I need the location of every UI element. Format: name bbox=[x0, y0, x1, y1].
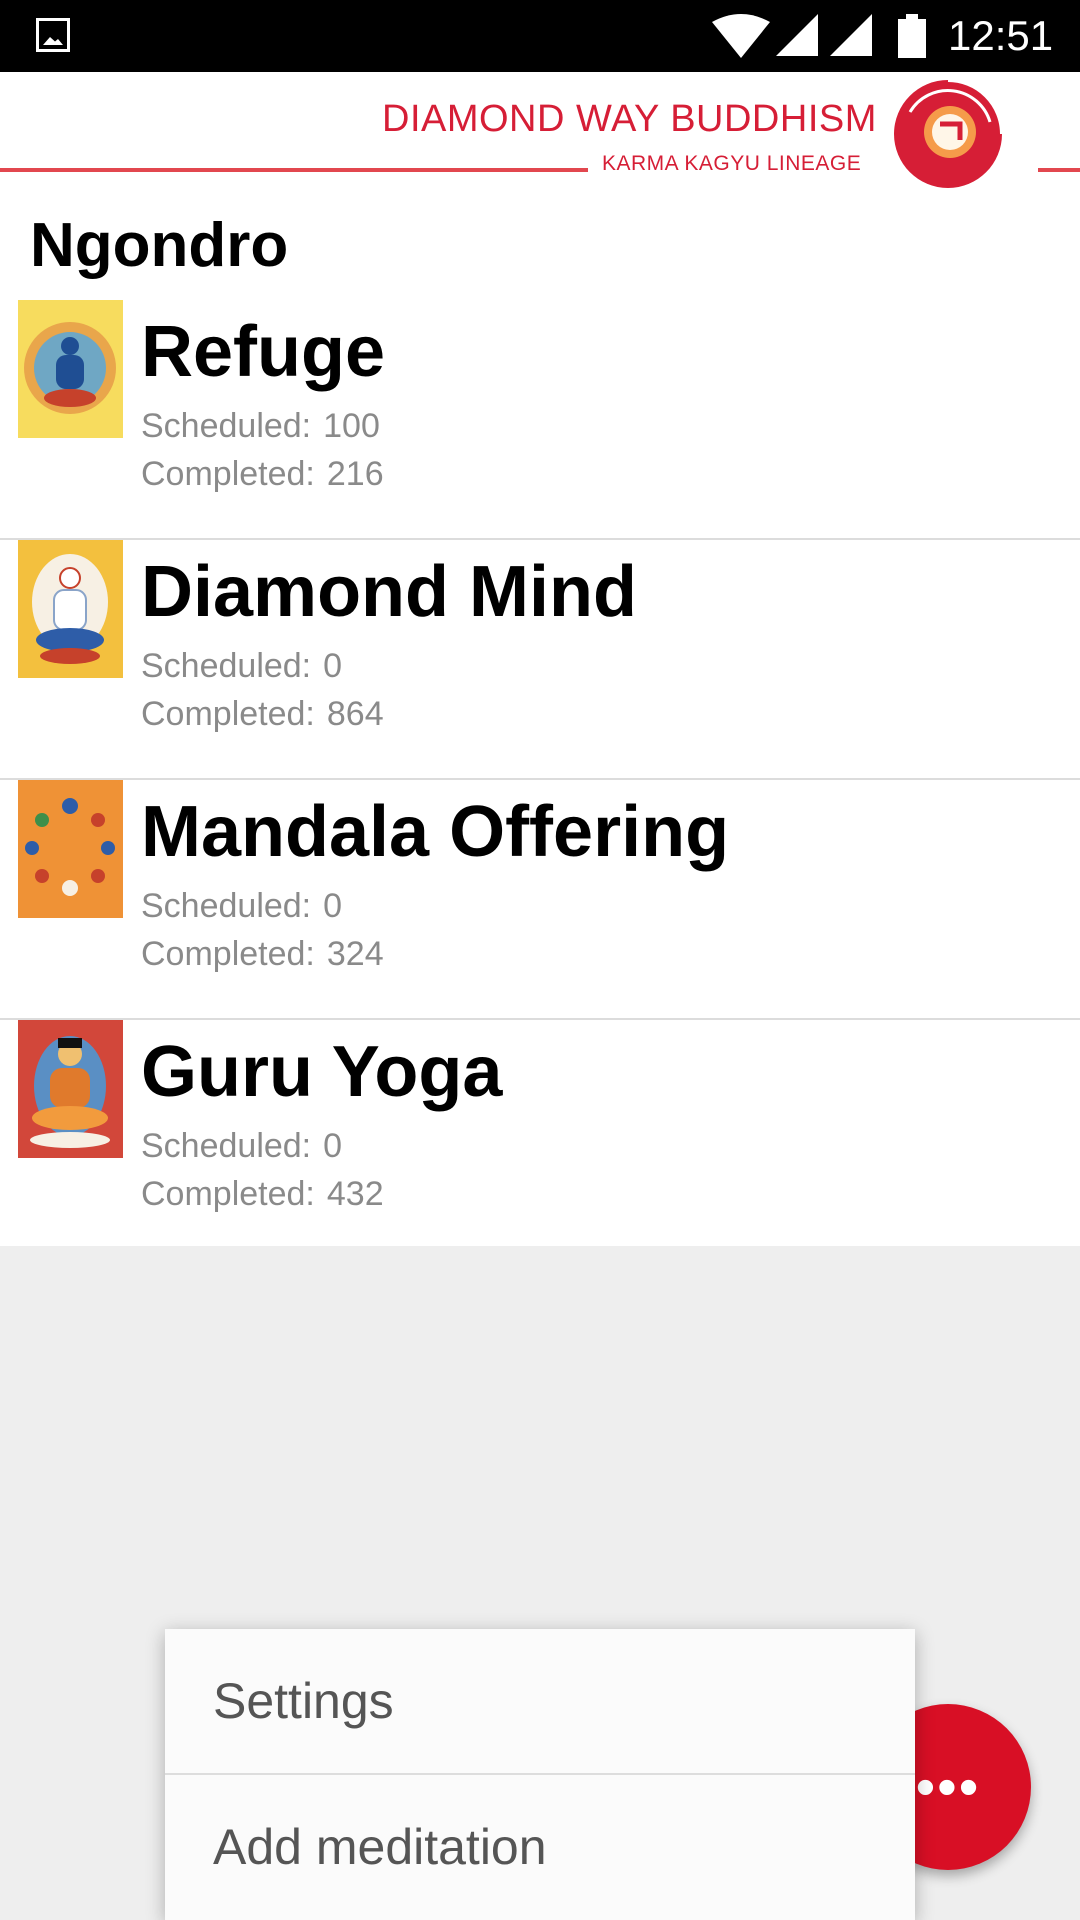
completed-count: Completed: 432 bbox=[141, 1175, 384, 1213]
brand-title: DIAMOND WAY BUDDHISM bbox=[382, 98, 877, 140]
meditation-name: Mandala Offering bbox=[141, 792, 730, 872]
overflow-menu: Settings Add meditation bbox=[165, 1629, 915, 1920]
clock-time: 12:51 bbox=[948, 12, 1054, 59]
menu-item-add-meditation[interactable]: Add meditation bbox=[165, 1773, 915, 1919]
completed-count: Completed: 216 bbox=[141, 455, 384, 493]
scheduled-count: Scheduled: 0 bbox=[141, 647, 343, 685]
completed-count: Completed: 324 bbox=[141, 935, 384, 973]
completed-count: Completed: 864 bbox=[141, 695, 384, 733]
page-title: Ngondro bbox=[30, 211, 289, 280]
list-item[interactable]: Refuge Scheduled: 100 Completed: 216 bbox=[0, 300, 1080, 540]
meditation-name: Guru Yoga bbox=[141, 1032, 503, 1112]
app-banner: DIAMOND WAY BUDDHISM KARMA KAGYU LINEAGE bbox=[0, 72, 1080, 193]
meditation-name: Diamond Mind bbox=[141, 552, 637, 632]
scheduled-count: Scheduled: 100 bbox=[141, 407, 380, 445]
banner-divider bbox=[0, 168, 588, 172]
list-item[interactable]: Guru Yoga Scheduled: 0 Completed: 432 bbox=[0, 1020, 1080, 1246]
diamond-mind-image bbox=[18, 540, 123, 678]
guru-yoga-image bbox=[18, 1020, 123, 1158]
banner-divider bbox=[1038, 168, 1080, 172]
meditation-name: Refuge bbox=[141, 312, 386, 392]
refuge-image bbox=[18, 300, 123, 438]
signal-icon bbox=[830, 14, 872, 56]
brand-logo bbox=[894, 78, 1004, 188]
scheduled-count: Scheduled: 0 bbox=[141, 887, 343, 925]
gallery-icon bbox=[36, 18, 70, 52]
list-item[interactable]: Diamond Mind Scheduled: 0 Completed: 864 bbox=[0, 540, 1080, 780]
brand-subtitle: KARMA KAGYU LINEAGE bbox=[602, 152, 862, 175]
scheduled-count: Scheduled: 0 bbox=[141, 1127, 343, 1165]
menu-item-settings[interactable]: Settings bbox=[165, 1629, 915, 1773]
list-item[interactable]: Mandala Offering Scheduled: 0 Completed: 3… bbox=[0, 780, 1080, 1020]
wifi-icon bbox=[712, 14, 770, 58]
mandala-image bbox=[18, 780, 123, 918]
battery-icon bbox=[898, 14, 926, 58]
signal-icon bbox=[776, 14, 818, 56]
status-bar: 12:51 bbox=[0, 0, 1080, 72]
meditation-list: Ngondro Refuge Scheduled: 100 Completed: 2… bbox=[0, 192, 1080, 1246]
